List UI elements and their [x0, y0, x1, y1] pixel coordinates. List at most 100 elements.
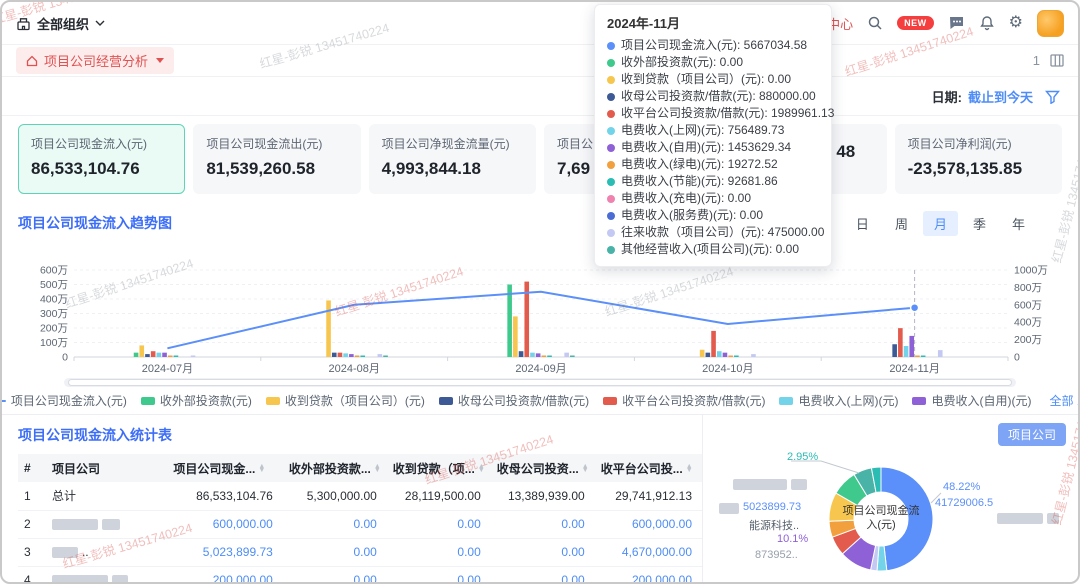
org-label: 全部组织 — [37, 14, 89, 33]
legend-item[interactable]: 电费收入(自用)(元) — [912, 392, 1031, 409]
tooltip-item: 收母公司投资款/借款(元): 880000.00 — [607, 88, 819, 105]
period-tabs: 日周月季年 — [845, 211, 1036, 236]
chart-tooltip: 2024年-11月 项目公司现金流入(元): 5667034.58收外部投资款(… — [594, 4, 832, 267]
redacted-label — [1047, 513, 1059, 524]
table-row[interactable]: 3..5,023,899.730.000.000.004,670,000.00 — [18, 538, 702, 566]
chart-legend: 项目公司现金流入(元)收外部投资款(元)收到贷款（项目公司）(元)收母公司投资款… — [18, 392, 1062, 409]
table-cell: 600,000.00 — [167, 510, 282, 538]
legend-item[interactable]: 收外部投资款(元) — [141, 392, 252, 409]
svg-text:2024-09月: 2024-09月 — [515, 363, 566, 375]
bottom-section: 项目公司现金流入统计表 #项目公司项目公司现金...▲▼收外部投资款...▲▼收… — [2, 414, 1078, 582]
period-tab-季[interactable]: 季 — [962, 211, 997, 236]
svg-text:300万: 300万 — [40, 308, 68, 320]
legend-marker — [0, 400, 6, 402]
table-title: 项目公司现金流入统计表 — [18, 425, 702, 445]
kpi-card-1[interactable]: 项目公司现金流入(元)86,533,104.76 — [18, 124, 185, 194]
legend-item[interactable]: 收平台公司投资款/借款(元) — [603, 392, 765, 409]
table-header[interactable]: 收外部投资款...▲▼ — [283, 454, 387, 482]
dashboard-page: 全部组织 案中心 NEW ⚙ 项目公司经营分析 1 — [0, 0, 1080, 584]
trend-header: 项目公司现金流入趋势图 日周月季年 — [18, 208, 1062, 238]
table-cell: 13,389,939.00 — [491, 482, 595, 510]
svg-text:2024-08月: 2024-08月 — [329, 363, 380, 375]
svg-text:200万: 200万 — [1014, 334, 1042, 346]
table-header[interactable]: 收母公司投资...▲▼ — [491, 454, 595, 482]
legend-show-all[interactable]: 全部 13 — [1049, 392, 1080, 409]
table-header[interactable]: 收到贷款（项...▲▼ — [387, 454, 491, 482]
date-label: 日期: — [932, 87, 962, 106]
table-cell: 200,000.00 — [167, 566, 282, 584]
series-color-dot — [607, 246, 615, 254]
table-row[interactable]: 2600,000.000.000.000.00600,000.00 — [18, 510, 702, 538]
date-value[interactable]: 截止到今天 — [968, 87, 1033, 106]
series-color-dot — [607, 178, 615, 186]
legend-item[interactable]: 项目公司现金流入(元) — [0, 392, 127, 409]
table-cell: 200,000.00 — [595, 566, 702, 584]
kpi-card-3[interactable]: 项目公司净现金流量(元)4,993,844.18 — [369, 124, 536, 194]
redacted-company-name — [112, 575, 128, 584]
avatar[interactable] — [1037, 10, 1064, 37]
donut-annotation: 2.95% — [787, 451, 818, 463]
table-cell: 0.00 — [491, 566, 595, 584]
messages-icon[interactable] — [948, 15, 965, 31]
period-tab-周[interactable]: 周 — [884, 211, 919, 236]
svg-text:2024-10月: 2024-10月 — [702, 363, 753, 375]
chart-scrollbar[interactable] — [64, 378, 1016, 387]
trend-chart[interactable]: 600万500万400万300万200万100万01000万800万600万40… — [18, 250, 1066, 376]
search-icon[interactable] — [867, 15, 883, 31]
legend-marker — [779, 397, 793, 405]
svg-text:100万: 100万 — [40, 337, 68, 349]
donut-annotation: 48.22% — [943, 481, 980, 493]
svg-text:500万: 500万 — [40, 279, 68, 291]
sort-icon[interactable]: ▲▼ — [374, 465, 381, 473]
tooltip-item: 收到贷款（项目公司）(元): 0.00 — [607, 71, 819, 88]
svg-text:1000万: 1000万 — [1014, 265, 1048, 277]
table-cell: 600,000.00 — [595, 510, 702, 538]
org-selector[interactable]: 全部组织 — [16, 14, 105, 33]
svg-text:0: 0 — [1014, 352, 1020, 364]
bell-icon[interactable] — [979, 15, 995, 31]
redacted-label — [997, 513, 1043, 524]
tab-project-analysis[interactable]: 项目公司经营分析 — [16, 47, 174, 74]
table-panel: 项目公司现金流入统计表 #项目公司项目公司现金...▲▼收外部投资款...▲▼收… — [2, 415, 702, 582]
kpi-title: 项目公司净利润(元) — [908, 135, 1049, 152]
svg-text:200万: 200万 — [40, 323, 68, 335]
legend-item[interactable]: 收到贷款（项目公司）(元) — [266, 392, 425, 409]
trend-title: 项目公司现金流入趋势图 — [18, 213, 172, 233]
series-color-dot — [607, 161, 615, 169]
tab-label: 项目公司经营分析 — [44, 51, 148, 70]
period-tab-月[interactable]: 月 — [923, 211, 958, 236]
redacted-company-name — [102, 519, 120, 530]
chart-scrollbar-thumb[interactable] — [68, 379, 1012, 386]
svg-text:600万: 600万 — [1014, 299, 1042, 311]
legend-marker — [266, 397, 280, 405]
table-cell: 0.00 — [283, 538, 387, 566]
redacted-label — [791, 479, 807, 490]
layout-grid-icon[interactable] — [1050, 54, 1064, 67]
period-tab-日[interactable]: 日 — [845, 211, 880, 236]
table-row[interactable]: 1总计86,533,104.765,300,000.0028,119,500.0… — [18, 482, 702, 510]
sort-icon[interactable]: ▲▼ — [582, 465, 589, 473]
legend-item[interactable]: 收母公司投资款/借款(元) — [439, 392, 589, 409]
table-header[interactable]: 收平台公司投...▲▼ — [595, 454, 702, 482]
period-tab-年[interactable]: 年 — [1001, 211, 1036, 236]
table-cell: 0.00 — [491, 510, 595, 538]
legend-item[interactable]: 电费收入(上网)(元) — [779, 392, 898, 409]
table-header[interactable]: 项目公司现金...▲▼ — [167, 454, 282, 482]
sort-icon[interactable]: ▲▼ — [478, 465, 485, 473]
kpi-card-2[interactable]: 项目公司现金流出(元)81,539,260.58 — [193, 124, 360, 194]
sort-icon[interactable]: ▲▼ — [258, 465, 265, 473]
table-row[interactable]: 4200,000.000.000.000.00200,000.00 — [18, 566, 702, 584]
redacted-label — [719, 503, 739, 514]
gear-icon[interactable]: ⚙ — [1009, 15, 1023, 31]
filter-funnel-icon[interactable] — [1045, 90, 1060, 104]
redacted-company-name — [52, 519, 98, 530]
kpi-value: -23,578,135.85 — [908, 159, 1049, 179]
donut-annotation: 41729006.5 — [935, 497, 993, 509]
redacted-label — [733, 479, 787, 490]
sort-icon[interactable]: ▲▼ — [686, 465, 693, 473]
kpi-card-6[interactable]: 项目公司净利润(元) -23,578,135.85 — [895, 124, 1062, 194]
tooltip-item: 电费收入(充电)(元): 0.00 — [607, 190, 819, 207]
tooltip-item: 往来收款（项目公司）(元): 475000.00 — [607, 224, 819, 241]
table-cell: 0.00 — [387, 538, 491, 566]
tooltip-item: 项目公司现金流入(元): 5667034.58 — [607, 37, 819, 54]
